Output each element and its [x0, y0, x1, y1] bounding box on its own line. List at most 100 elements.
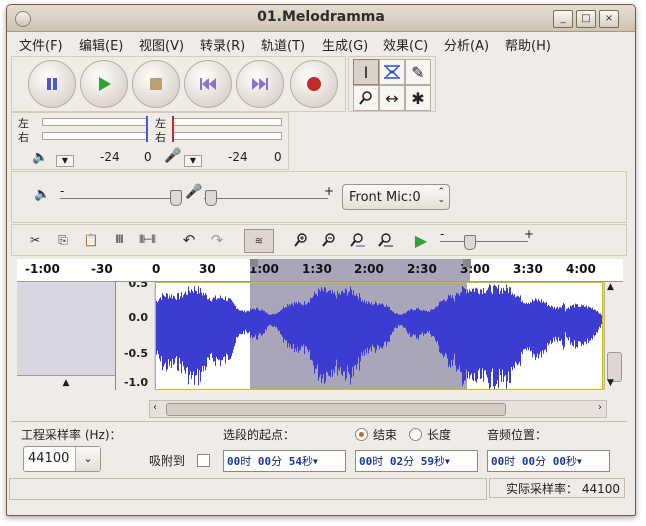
menu-view[interactable]: 视图(V) — [139, 35, 184, 54]
zoom-tool-icon[interactable] — [353, 85, 379, 111]
play-meter-menu-icon[interactable]: ▼ — [56, 155, 74, 167]
transport-toolbar — [11, 56, 346, 112]
ruler-label: 2:30 — [407, 262, 437, 276]
skip-start-button[interactable] — [184, 60, 232, 108]
undo-icon[interactable]: ↶ — [178, 229, 200, 251]
menu-generate[interactable]: 生成(G) — [322, 35, 368, 54]
time-hours: 00 — [491, 454, 505, 468]
rec-meter-menu-icon[interactable]: ▼ — [184, 155, 202, 167]
vertical-scrollbar[interactable]: ▲ ▼ — [604, 282, 623, 390]
end-radio[interactable] — [355, 428, 368, 441]
maximize-button[interactable]: □ — [576, 10, 596, 28]
format-menu-icon[interactable]: ▼ — [313, 457, 318, 466]
cut-icon[interactable]: ✂ — [24, 229, 46, 251]
input-source-select[interactable]: Front Mic:0 ⌃ ⌄ — [342, 184, 450, 210]
zoom-in-glyph-icon — [294, 233, 307, 247]
time-unit: 秒 — [566, 455, 577, 468]
time-minutes: 02 — [389, 454, 404, 468]
stop-button[interactable] — [132, 60, 180, 108]
output-volume-thumb[interactable] — [170, 190, 182, 206]
scroll-right-icon[interactable]: › — [598, 402, 602, 413]
audio-position-time[interactable]: 00 时 00 分 00 秒 ▼ — [487, 450, 610, 472]
envelope-tool-icon[interactable] — [379, 59, 405, 85]
snap-to-checkbox[interactable] — [197, 454, 210, 467]
status-message — [9, 478, 487, 500]
ruler-label: -30 — [91, 262, 113, 276]
pause-button[interactable] — [28, 60, 76, 108]
multi-tool-icon[interactable]: ✱ — [405, 85, 431, 111]
horizontal-scrollbar[interactable]: ‹ › — [149, 400, 607, 418]
speaker-icon: 🔈 — [32, 150, 49, 165]
envelope-glyph-icon — [384, 65, 400, 79]
play-meter-tick-24: -24 — [100, 150, 120, 164]
menu-edit[interactable]: 编辑(E) — [79, 35, 123, 54]
format-menu-icon[interactable]: ▼ — [445, 457, 450, 466]
scroll-left-icon[interactable]: ‹ — [153, 402, 157, 413]
sync-lock-icon[interactable]: ≋ — [244, 229, 274, 253]
microphone-icon: 🎤 — [164, 148, 182, 164]
menu-file[interactable]: 文件(F) — [19, 35, 63, 54]
updown-icon: ⌃ ⌄ — [437, 187, 445, 205]
timeshift-tool-icon[interactable]: ↔ — [379, 85, 405, 111]
input-volume-slider[interactable] — [204, 198, 328, 199]
timeline-ruler[interactable]: -1:00 -30 0 30 1:00 1:30 2:00 2:30 3:00 … — [17, 259, 623, 282]
scale-label: -0.5 — [123, 347, 148, 360]
menu-bar: 文件(F) 编辑(E) 视图(V) 转录(R) 轨道(T) 生成(G) 效果(C… — [7, 32, 635, 54]
track-area: ▲ 0.5 0.0 -0.5 -1.0 ▲ ▼ — [17, 282, 623, 390]
tools-toolbar: I ✎ ↔ ✱ — [348, 56, 436, 112]
zoom-in-icon[interactable] — [290, 229, 312, 251]
length-label: 长度 — [427, 428, 452, 442]
time-unit: 秒 — [434, 455, 445, 468]
play-button[interactable] — [80, 60, 128, 108]
skip-end-icon — [252, 78, 268, 90]
time-unit: 时 — [372, 455, 384, 468]
input-volume-thumb[interactable] — [205, 190, 217, 206]
redo-icon[interactable]: ↷ — [206, 229, 228, 251]
actual-rate: 实际采样率： 44100 — [489, 478, 625, 498]
menu-tracks[interactable]: 轨道(T) — [261, 35, 305, 54]
skip-end-button[interactable] — [236, 60, 284, 108]
play-speed-slider[interactable] — [440, 241, 528, 242]
input-source-value: Front Mic:0 — [349, 189, 421, 205]
menu-help[interactable]: 帮助(H) — [505, 35, 551, 54]
time-unit: 秒 — [302, 455, 313, 468]
scroll-up-icon[interactable]: ▲ — [607, 282, 614, 292]
track-control-panel[interactable]: ▲ — [17, 282, 116, 390]
menu-effect[interactable]: 效果(C) — [383, 35, 428, 54]
silence-icon[interactable]: ⫴⊢⫴ — [136, 229, 158, 251]
fit-project-icon[interactable] — [374, 229, 396, 251]
horizontal-scroll-thumb[interactable] — [166, 403, 506, 416]
draw-tool-icon[interactable]: ✎ — [405, 59, 431, 85]
play-speed-thumb[interactable] — [464, 235, 476, 250]
minimize-button[interactable]: _ — [553, 10, 573, 28]
close-button[interactable]: × — [599, 10, 619, 28]
waveform[interactable] — [155, 282, 603, 390]
chevron-down-icon[interactable]: ⌄ — [75, 447, 100, 471]
rec-meter-right — [172, 132, 282, 140]
fit-selection-icon[interactable] — [346, 229, 368, 251]
selection-start-marker[interactable] — [250, 259, 258, 267]
paste-icon[interactable]: 📋 — [80, 229, 102, 251]
selection-end-marker[interactable] — [463, 259, 471, 267]
input-volume-icon: 🎤 — [185, 184, 203, 200]
project-rate-combo[interactable]: 44100 ⌄ — [23, 446, 101, 472]
collapse-track-icon[interactable]: ▲ — [17, 375, 115, 390]
audio-position-label: 音频位置： — [487, 428, 548, 442]
scroll-down-icon[interactable]: ▼ — [607, 378, 614, 388]
length-radio[interactable] — [409, 428, 422, 441]
selection-start-time[interactable]: 00 时 00 分 54 秒 ▼ — [223, 450, 346, 472]
record-button[interactable] — [290, 60, 338, 108]
output-volume-slider[interactable] — [60, 198, 178, 199]
format-menu-icon[interactable]: ▼ — [577, 457, 582, 466]
play-at-speed-icon[interactable]: ▶ — [410, 229, 432, 251]
zoom-out-glyph-icon — [322, 233, 335, 247]
trim-icon[interactable]: ⫴⫴ — [108, 229, 130, 251]
selection-end-time[interactable]: 00 时 02 分 59 秒 ▼ — [355, 450, 478, 472]
menu-analyze[interactable]: 分析(A) — [444, 35, 489, 54]
menu-transport[interactable]: 转录(R) — [200, 35, 245, 54]
zoom-out-icon[interactable] — [318, 229, 340, 251]
selection-tool-icon[interactable]: I — [353, 59, 379, 85]
copy-icon[interactable]: ⎘ — [52, 229, 74, 251]
speed-slider-min: - — [440, 227, 445, 241]
rec-meter-tick-0: 0 — [274, 150, 282, 164]
